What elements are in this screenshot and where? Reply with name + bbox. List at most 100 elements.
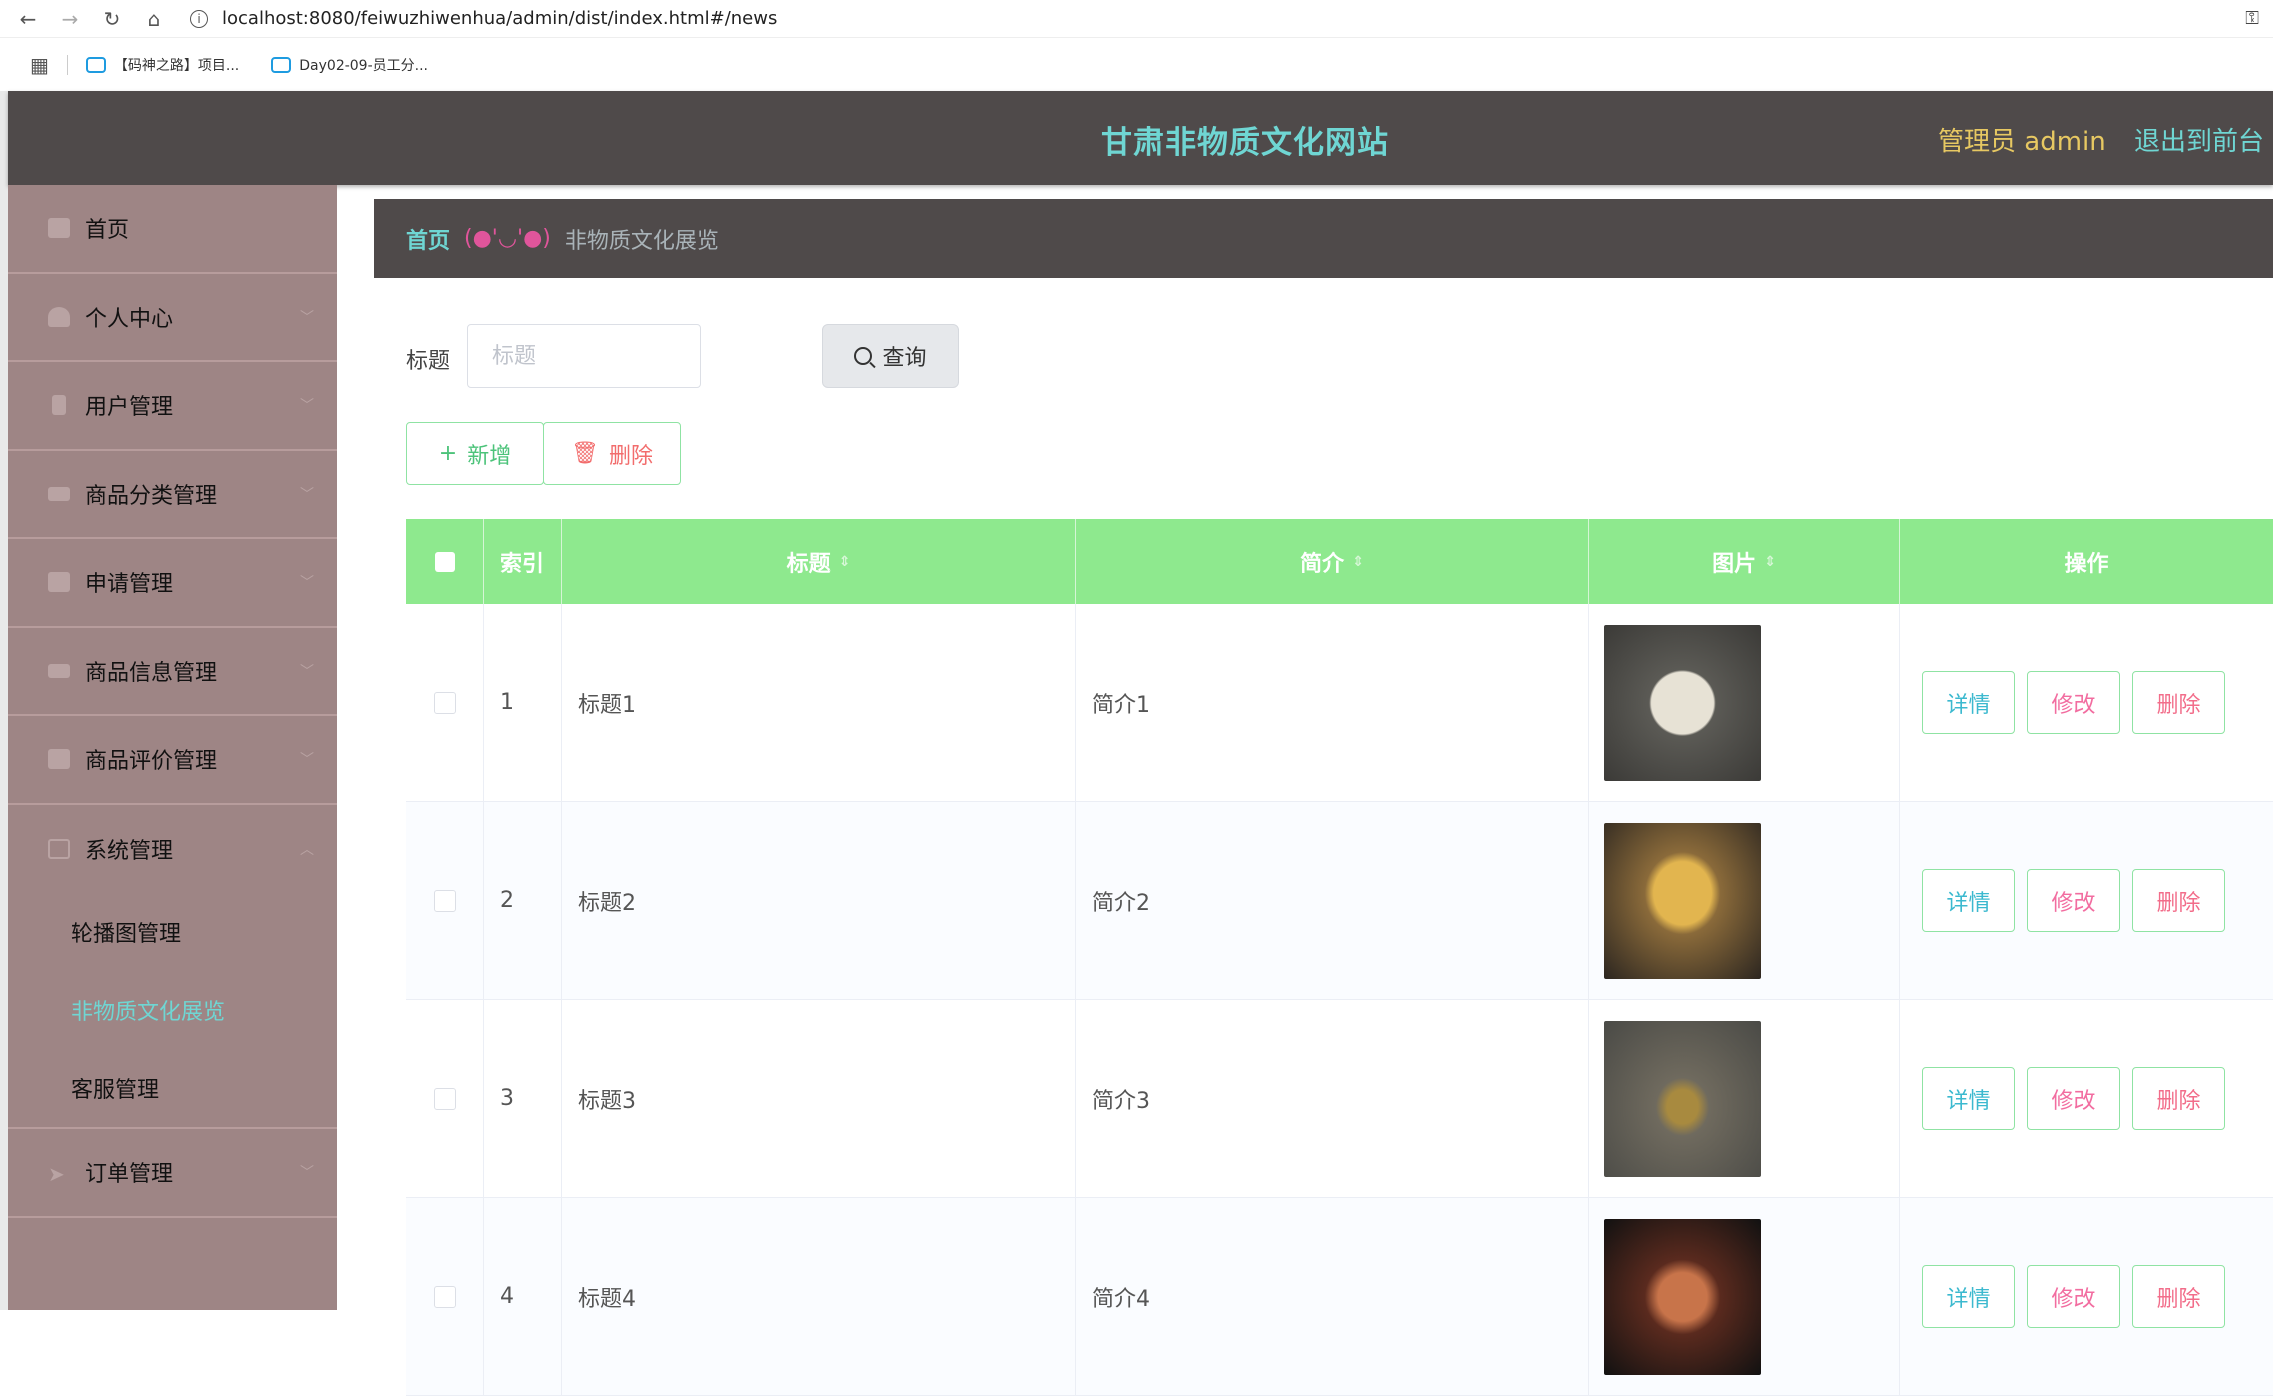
row-checkbox[interactable] <box>433 1285 456 1308</box>
detail-button[interactable]: 详情 <box>1922 671 2015 734</box>
title-cell: 标题1 <box>562 604 1076 801</box>
sort-icon[interactable]: ⇕ <box>1764 554 1776 570</box>
sidebar-item-reviews[interactable]: 商品评价管理 ﹀ <box>8 716 337 805</box>
delete-button[interactable]: 删除 <box>2132 1265 2225 1328</box>
chevron-down-icon: ﹀ <box>300 1165 314 1182</box>
sidebar-item-label: 首页 <box>85 218 130 244</box>
image-cell <box>1589 1000 1900 1197</box>
title-cell: 标题4 <box>562 1198 1076 1395</box>
browser-toolbar: ← → ↻ ⌂ i localhost:8080/feiwuzhiwenhua/… <box>0 0 2273 38</box>
index-cell: 2 <box>484 802 562 999</box>
select-all-checkbox[interactable] <box>434 551 455 572</box>
column-header-label: 简介 <box>1300 551 1345 577</box>
logout-link[interactable]: 退出到前台 <box>2134 121 2264 158</box>
chevron-down-icon: ﹀ <box>300 752 314 769</box>
submenu-customer-service[interactable]: 客服管理 <box>8 1049 337 1127</box>
sort-icon[interactable]: ⇕ <box>1352 554 1364 570</box>
bookmark-item[interactable]: 【码神之路】项目... <box>85 55 239 75</box>
intro-cell: 简介4 <box>1076 1198 1589 1395</box>
column-header-title[interactable]: 标题 ⇕ <box>562 519 1076 604</box>
table-row: 2 标题2 简介2 详情 修改 删除 <box>406 802 2273 1000</box>
delete-button[interactable]: 删除 <box>2132 869 2225 932</box>
forward-icon[interactable]: → <box>56 5 84 33</box>
actions-cell: 详情 修改 删除 <box>1900 1198 2273 1395</box>
data-table: 索引 标题 ⇕ 简介 ⇕ 图片 ⇕ 操作 1 标题1 简介1 详情 修改 删除 <box>406 519 2273 1396</box>
sidebar-item-users[interactable]: 用户管理 ﹀ <box>8 362 337 451</box>
edit-button[interactable]: 修改 <box>2027 1265 2120 1328</box>
search-input[interactable] <box>467 324 701 388</box>
image-cell <box>1589 802 1900 999</box>
artifact-thumbnail[interactable] <box>1604 624 1761 781</box>
delete-button[interactable]: 删除 <box>2132 671 2225 734</box>
row-checkbox[interactable] <box>433 1087 456 1110</box>
table-row: 3 标题3 简介3 详情 修改 删除 <box>406 1000 2273 1198</box>
system-menu-group: 系统管理 ︿ 轮播图管理 非物质文化展览 客服管理 <box>8 805 337 1129</box>
artifact-thumbnail[interactable] <box>1604 822 1761 979</box>
batch-delete-button[interactable]: 🗑 删除 <box>543 422 681 485</box>
key-icon[interactable]: ⚿ <box>2245 8 2259 29</box>
column-header-label: 图片 <box>1712 551 1757 577</box>
sidebar-item-products[interactable]: 商品信息管理 ﹀ <box>8 628 337 716</box>
submenu-carousel[interactable]: 轮播图管理 <box>8 893 337 971</box>
main-content: 标题 查询 + 新增 🗑 删除 索引 标题 ⇕ 简介 ⇕ 图片 ⇕ 操作 <box>374 293 2273 1396</box>
sidebar-item-label: 商品分类管理 <box>85 483 218 509</box>
index-cell: 4 <box>484 1198 562 1395</box>
title-cell: 标题2 <box>562 802 1076 999</box>
sidebar-item-profile[interactable]: 个人中心 ﹀ <box>8 274 337 362</box>
trash-icon: 🗑 <box>571 441 599 466</box>
add-button[interactable]: + 新增 <box>406 422 544 485</box>
bilibili-icon <box>85 56 106 73</box>
sidebar-item-category[interactable]: 商品分类管理 ﹀ <box>8 451 337 539</box>
apps-grid-icon[interactable]: ▦ <box>30 53 49 77</box>
index-cell: 1 <box>484 604 562 801</box>
bookmark-item[interactable]: Day02-09-员工分... <box>271 55 428 75</box>
sort-icon[interactable]: ⇕ <box>839 554 851 570</box>
edit-button[interactable]: 修改 <box>2027 1067 2120 1130</box>
row-checkbox[interactable] <box>433 691 456 714</box>
artifact-thumbnail[interactable] <box>1604 1218 1761 1375</box>
bilibili-icon <box>271 56 292 73</box>
app-header: 甘肃非物质文化网站 管理员 admin 退出到前台 <box>8 91 2273 185</box>
query-button-label: 查询 <box>882 346 927 371</box>
delete-button[interactable]: 删除 <box>2132 1067 2225 1130</box>
column-header-intro[interactable]: 简介 ⇕ <box>1076 519 1589 604</box>
table-row: 4 标题4 简介4 详情 修改 删除 <box>406 1198 2273 1396</box>
chevron-down-icon: ﹀ <box>300 663 314 680</box>
sidebar-item-label: 系统管理 <box>85 838 174 864</box>
breadcrumb-home[interactable]: 首页 <box>406 223 450 255</box>
row-select-cell <box>406 604 484 801</box>
breadcrumb: 首页 (●'◡'●) 非物质文化展览 <box>374 199 2273 278</box>
submenu-exhibition[interactable]: 非物质文化展览 <box>8 971 337 1049</box>
sidebar-item-system[interactable]: 系统管理 ︿ <box>8 805 337 894</box>
table-header: 索引 标题 ⇕ 简介 ⇕ 图片 ⇕ 操作 <box>406 519 2273 604</box>
select-all-cell <box>406 519 484 604</box>
chevron-down-icon: ﹀ <box>300 398 314 415</box>
row-checkbox[interactable] <box>433 889 456 912</box>
crop-icon <box>48 838 70 859</box>
sidebar-item-orders[interactable]: ➤ 订单管理 ﹀ <box>8 1129 337 1218</box>
row-select-cell <box>406 1198 484 1395</box>
sidebar-item-applications[interactable]: 申请管理 ﹀ <box>8 539 337 628</box>
breadcrumb-separator: (●'◡'●) <box>464 226 551 251</box>
image-cell <box>1589 1198 1900 1395</box>
sidebar-item-label: 申请管理 <box>85 572 174 598</box>
detail-button[interactable]: 详情 <box>1922 1265 2015 1328</box>
detail-button[interactable]: 详情 <box>1922 869 2015 932</box>
reload-icon[interactable]: ↻ <box>98 5 126 33</box>
phone-icon <box>52 395 66 416</box>
back-icon[interactable]: ← <box>14 5 42 33</box>
edit-button[interactable]: 修改 <box>2027 671 2120 734</box>
address-bar[interactable]: i localhost:8080/feiwuzhiwenhua/admin/di… <box>190 8 777 29</box>
admin-label: 管理员 admin <box>1938 127 2106 157</box>
query-button[interactable]: 查询 <box>822 324 959 388</box>
detail-button[interactable]: 详情 <box>1922 1067 2015 1130</box>
bookmark-separator <box>66 54 68 75</box>
artifact-thumbnail[interactable] <box>1604 1020 1761 1177</box>
home-browser-icon[interactable]: ⌂ <box>140 5 168 33</box>
sidebar-item-home[interactable]: 首页 <box>8 185 337 274</box>
sidebar: 首页 个人中心 ﹀ 用户管理 ﹀ 商品分类管理 ﹀ 申请管理 ﹀ 商品信息管理 … <box>8 185 337 1310</box>
info-icon: i <box>190 9 208 28</box>
edit-button[interactable]: 修改 <box>2027 869 2120 932</box>
intro-cell: 简介3 <box>1076 1000 1589 1197</box>
column-header-image[interactable]: 图片 ⇕ <box>1589 519 1900 604</box>
